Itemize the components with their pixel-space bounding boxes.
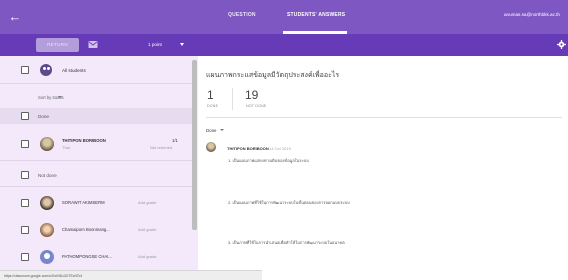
student-list-scrollbar[interactable] <box>192 60 197 230</box>
return-button[interactable]: RETURN <box>36 38 79 52</box>
divider <box>0 186 192 187</box>
student-checkbox[interactable] <box>21 226 29 234</box>
student-private-comment: Thai <box>62 145 70 150</box>
all-students-label: All students <box>62 68 86 73</box>
avatar <box>206 142 216 152</box>
select-all-checkbox[interactable] <box>21 66 29 74</box>
add-grade-field[interactable]: Add grade <box>138 227 156 232</box>
back-arrow-icon[interactable]: ← <box>6 8 24 26</box>
divider <box>0 160 192 161</box>
group-icon <box>40 64 52 76</box>
student-checkbox[interactable] <box>21 199 29 207</box>
student-name[interactable]: Chamaiporn Boonmang... <box>62 227 110 232</box>
top-app-bar: ← QUESTION STUDENTS' ANSWERS anumas.sa@n… <box>0 0 568 34</box>
status-url-bar: https://classroom.google.com/u/0/c/NDc3O… <box>0 270 262 280</box>
question-title: แผนภาพกระแสข้อมูลมีวัตถุประสงค์เพื่ออะไร <box>206 72 340 79</box>
avatar <box>40 196 54 210</box>
avatar <box>40 250 54 264</box>
tab-question[interactable]: QUESTION <box>228 12 256 18</box>
not-done-count: 19 <box>245 88 259 102</box>
not-done-count-label: NOT DONE <box>246 104 267 108</box>
answer-text: 2. เป็นแผนภาพที่ใช้ในการพัฒนาระบบในขั้นต… <box>228 200 350 205</box>
done-group-label: Done <box>38 114 49 119</box>
classroom-grading-view: ← QUESTION STUDENTS' ANSWERS anumas.sa@n… <box>0 0 568 280</box>
done-count: 1 <box>207 88 214 102</box>
answer-text: 1. เป็นแผนภาพแสดงทางเดินของข้อมูลในระบบ <box>228 158 309 163</box>
avatar <box>40 137 54 151</box>
divider <box>232 88 233 110</box>
not-done-group-checkbox[interactable] <box>21 171 29 179</box>
divider <box>206 117 562 118</box>
chevron-down-icon[interactable] <box>180 43 184 46</box>
done-count-label: DONE <box>207 104 219 108</box>
divider <box>0 83 192 84</box>
response-student-name[interactable]: THITIPON BORIBOON <box>227 146 269 151</box>
student-name[interactable]: PATHOMPONGSE CHAI... <box>62 254 112 259</box>
tab-students-answers[interactable]: STUDENTS' ANSWERS <box>287 12 345 18</box>
response-timestamp: 14 Oct 2019 <box>269 146 291 151</box>
account-menu[interactable]: anumas.sa@northbkk.ac.th <box>504 12 560 17</box>
add-grade-field[interactable]: Add grade <box>138 200 156 205</box>
add-grade-field[interactable]: Add grade <box>138 254 156 259</box>
answer-text: 3. เป็นภาพที่ใช้ในการนำเสนอเพื่อทำให้ในก… <box>228 240 345 245</box>
student-list-panel <box>0 56 198 280</box>
student-score[interactable]: 1/1 <box>172 138 178 143</box>
points-dropdown[interactable]: 1 point <box>148 42 162 47</box>
filter-dropdown[interactable]: Done <box>206 128 217 133</box>
action-bar: RETURN 1 point <box>0 34 568 56</box>
done-group-checkbox[interactable] <box>21 112 29 120</box>
settings-icon[interactable] <box>557 40 566 49</box>
mail-icon[interactable] <box>88 40 98 49</box>
avatar <box>40 223 54 237</box>
student-status: Not returned <box>150 145 173 150</box>
student-checkbox[interactable] <box>21 140 29 148</box>
chevron-down-icon[interactable] <box>58 96 62 98</box>
status-url: https://classroom.google.com/u/0/c/NDc3O… <box>4 274 83 278</box>
student-checkbox[interactable] <box>21 253 29 261</box>
chevron-down-icon[interactable] <box>220 129 224 131</box>
not-done-group-label: Not done <box>38 173 57 178</box>
student-name[interactable]: THITIPON BORIBOON <box>62 138 106 143</box>
student-name[interactable]: SORAWIT AKIMSERM <box>62 200 105 205</box>
